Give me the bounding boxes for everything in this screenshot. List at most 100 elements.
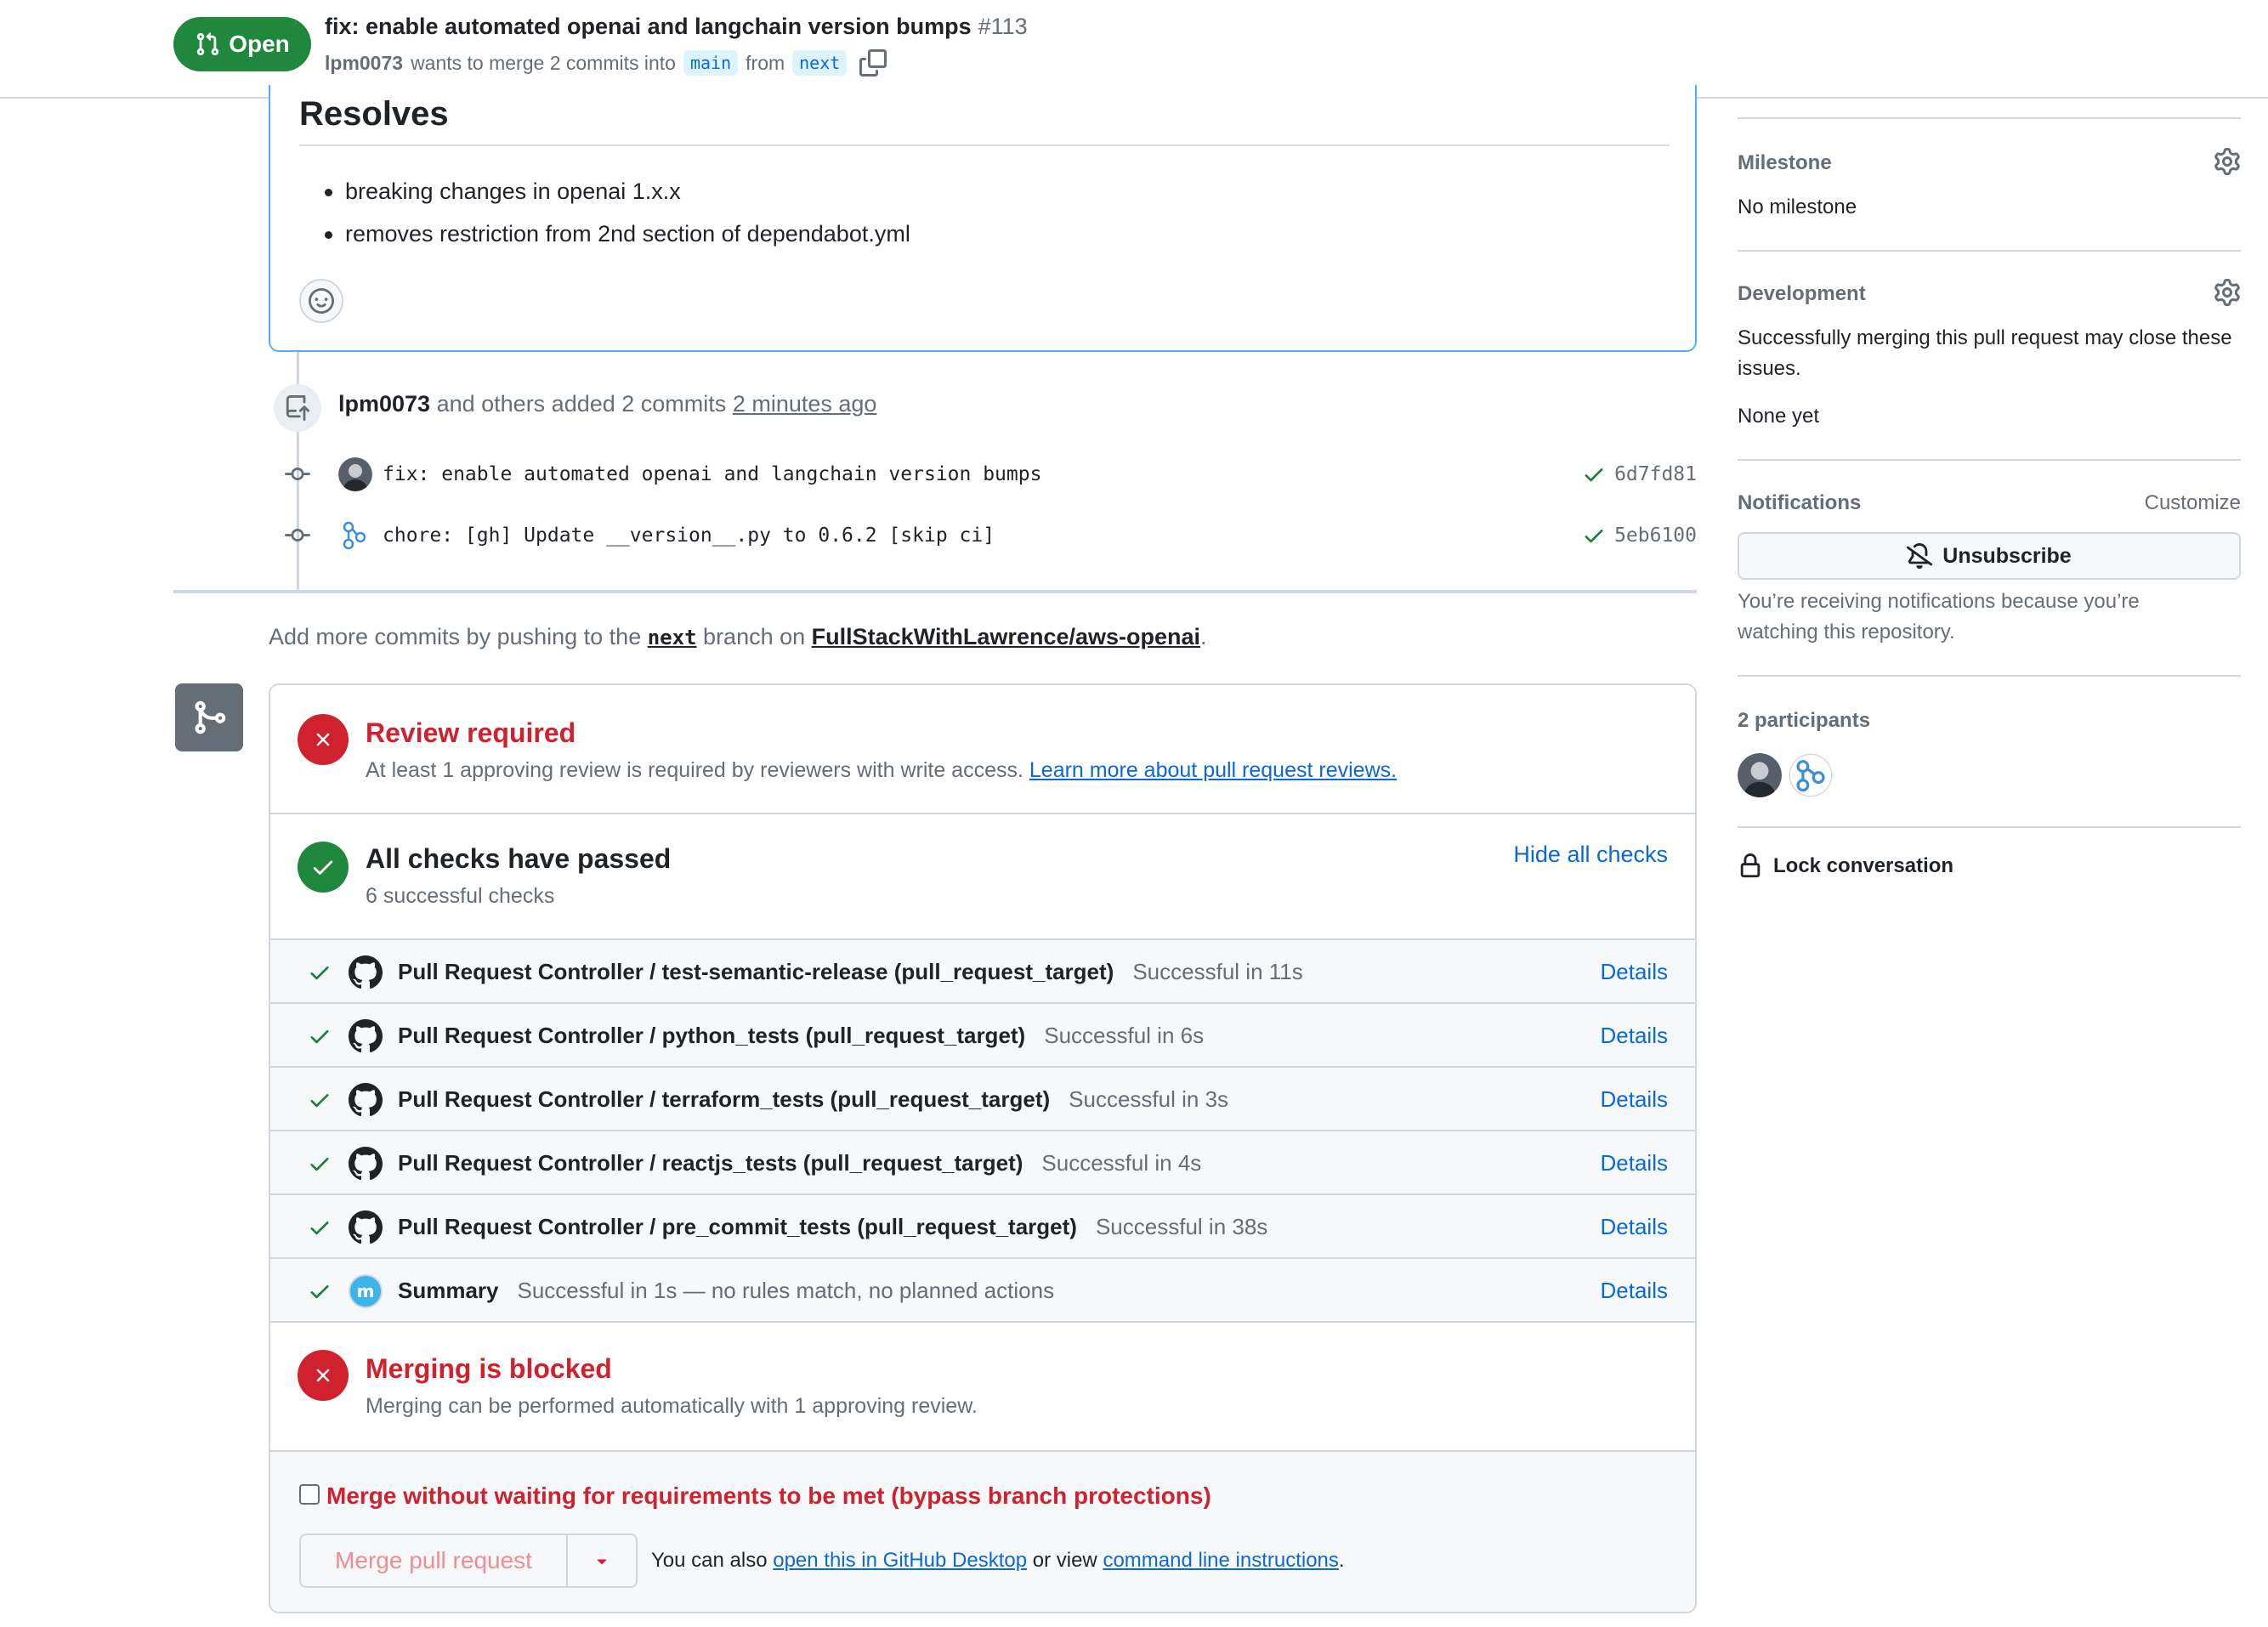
github-app-icon[interactable]: [349, 1210, 383, 1244]
lock-conversation-button[interactable]: Lock conversation: [1738, 853, 1953, 879]
check-name: Pull Request Controller / terraform_test…: [398, 1086, 1228, 1113]
check-name-text: Pull Request Controller / pre_commit_tes…: [398, 1214, 1077, 1239]
push-branch-link[interactable]: next: [648, 626, 697, 649]
commit-sha-link[interactable]: 6d7fd81: [1614, 463, 1697, 485]
sidebar-divider: [1738, 459, 2241, 461]
bypass-label[interactable]: Merge without waiting for requirements t…: [326, 1482, 1211, 1510]
github-app-icon[interactable]: [349, 1147, 383, 1181]
commit-message-link[interactable]: fix: enable automated openai and langcha…: [383, 463, 1041, 485]
pr-author-link[interactable]: lpm0073: [325, 52, 403, 75]
commit-row: fix: enable automated openai and langcha…: [282, 454, 1697, 495]
check-details-link[interactable]: Details: [1601, 1086, 1668, 1113]
check-row: Pull Request Controller / pre_commit_tes…: [270, 1195, 1695, 1259]
gear-icon[interactable]: [2214, 148, 2241, 175]
git-commit-icon: [282, 459, 313, 490]
check-icon: [308, 1152, 332, 1180]
check-status-text: Successful in 11s: [1132, 959, 1303, 984]
repo-link[interactable]: FullStackWithLawrence/aws-openai: [812, 624, 1200, 649]
check-name-text: Summary: [398, 1278, 499, 1303]
add-reaction-button[interactable]: [299, 279, 343, 323]
hide-all-checks-button[interactable]: Hide all checks: [1513, 842, 1668, 868]
check-icon: [308, 1279, 332, 1307]
check-status-text: Successful in 3s: [1069, 1086, 1229, 1112]
check-details-link[interactable]: Details: [1601, 1214, 1668, 1240]
bypass-section: Merge without waiting for requirements t…: [270, 1450, 1695, 1612]
github-app-icon[interactable]: [349, 955, 383, 989]
commits-time-link[interactable]: 2 minutes ago: [733, 391, 877, 417]
git-merge-icon: [195, 700, 226, 734]
smiley-icon: [309, 288, 334, 314]
commits-author-link[interactable]: lpm0073: [338, 391, 430, 417]
commit-message-link[interactable]: chore: [gh] Update __version__.py to 0.6…: [383, 524, 995, 547]
unsubscribe-button[interactable]: Unsubscribe: [1738, 532, 2241, 580]
lock-conversation-label: Lock conversation: [1773, 854, 1954, 877]
learn-more-reviews-link[interactable]: Learn more about pull request reviews.: [1029, 758, 1397, 782]
check-name: Summary Successful in 1s — no rules match…: [398, 1278, 1054, 1304]
merge-status-icon-box: [175, 683, 243, 751]
merge-method-dropdown[interactable]: [568, 1533, 638, 1588]
check-icon[interactable]: [1582, 524, 1606, 547]
review-required-text: At least 1 approving review is required …: [366, 758, 1397, 783]
github-desktop-link[interactable]: open this in GitHub Desktop: [773, 1549, 1027, 1572]
check-details-link[interactable]: Details: [1601, 1023, 1668, 1049]
merge-pull-request-button[interactable]: Merge pull request: [299, 1533, 568, 1588]
check-icon[interactable]: [1582, 462, 1606, 486]
participant-avatar[interactable]: [1738, 753, 1782, 797]
mergify-app-icon[interactable]: m: [349, 1274, 383, 1308]
merging-blocked-title: Merging is blocked: [366, 1353, 612, 1384]
check-name: Pull Request Controller / test-semantic-…: [398, 959, 1303, 985]
copy-icon[interactable]: [859, 49, 887, 77]
merge-box: Review required At least 1 approving rev…: [269, 683, 1697, 1613]
commit-sha: 5eb6100: [1582, 524, 1697, 547]
push-hint-middle: branch on: [703, 624, 806, 649]
check-circle-icon: [298, 842, 349, 893]
sidebar-divider: [1738, 826, 2241, 828]
bell-slash-icon: [1907, 543, 1933, 569]
check-icon: [308, 1216, 332, 1244]
svg-text:m: m: [357, 1281, 375, 1301]
check-row: Pull Request Controller / terraform_test…: [270, 1068, 1695, 1131]
check-row: Pull Request Controller / test-semantic-…: [270, 940, 1695, 1004]
check-details-link[interactable]: Details: [1601, 1150, 1668, 1176]
repo-push-icon: [286, 395, 310, 421]
bypass-checkbox[interactable]: [299, 1484, 320, 1505]
bot-avatar[interactable]: [338, 519, 372, 553]
pr-description-card: Resolves breaking changes in openai 1.x.…: [269, 85, 1697, 352]
participant-bot-avatar[interactable]: [1789, 753, 1833, 797]
check-icon: [308, 1088, 332, 1116]
git-commit-icon: [282, 520, 313, 551]
github-app-icon[interactable]: [349, 1083, 383, 1117]
command-line-instructions-link[interactable]: command line instructions: [1103, 1549, 1338, 1572]
gear-icon[interactable]: [2214, 279, 2241, 306]
github-app-icon[interactable]: [349, 1019, 383, 1053]
push-hint-prefix: Add more commits by pushing to the: [269, 624, 642, 649]
development-text: Successfully merging this pull request m…: [1738, 326, 2232, 380]
heading-divider: [299, 145, 1670, 146]
head-branch-link[interactable]: next: [792, 50, 848, 76]
check-details-link[interactable]: Details: [1601, 1278, 1668, 1304]
customize-notifications-link[interactable]: Customize: [2145, 491, 2241, 515]
base-branch-link[interactable]: main: [683, 50, 739, 76]
check-details-link[interactable]: Details: [1601, 959, 1668, 985]
checks-section: All checks have passed 6 successful chec…: [270, 814, 1695, 938]
list-item: breaking changes in openai 1.x.x: [299, 177, 910, 219]
check-status-text: Successful in 6s: [1044, 1023, 1205, 1048]
commits-summary: lpm0073 and others added 2 commits 2 min…: [338, 391, 876, 417]
pr-title-text: fix: enable automated openai and langcha…: [325, 14, 972, 39]
merge-hint-prefix: You can also: [651, 1549, 768, 1572]
merging-blocked-section: Merging is blocked Merging can be perfor…: [270, 1321, 1695, 1450]
check-status-text: Successful in 38s: [1095, 1214, 1268, 1239]
list-item: removes restriction from 2nd section of …: [299, 219, 910, 262]
timeline-divider: [173, 590, 1697, 593]
x-circle-icon: [298, 714, 349, 765]
milestone-heading: Milestone: [1738, 151, 1832, 174]
check-name: Pull Request Controller / python_tests (…: [398, 1023, 1204, 1049]
pr-meta: lpm0073 wants to merge 2 commits into ma…: [325, 49, 887, 77]
merge-alternatives-hint: You can also open this in GitHub Desktop…: [651, 1549, 1345, 1573]
development-heading: Development: [1738, 282, 1866, 305]
review-required-desc: At least 1 approving review is required …: [366, 758, 1023, 782]
push-hint: Add more commits by pushing to the next …: [269, 624, 1207, 650]
avatar[interactable]: [338, 457, 372, 491]
check-name-text: Pull Request Controller / reactjs_tests …: [398, 1150, 1023, 1176]
commit-sha-link[interactable]: 5eb6100: [1614, 524, 1697, 547]
